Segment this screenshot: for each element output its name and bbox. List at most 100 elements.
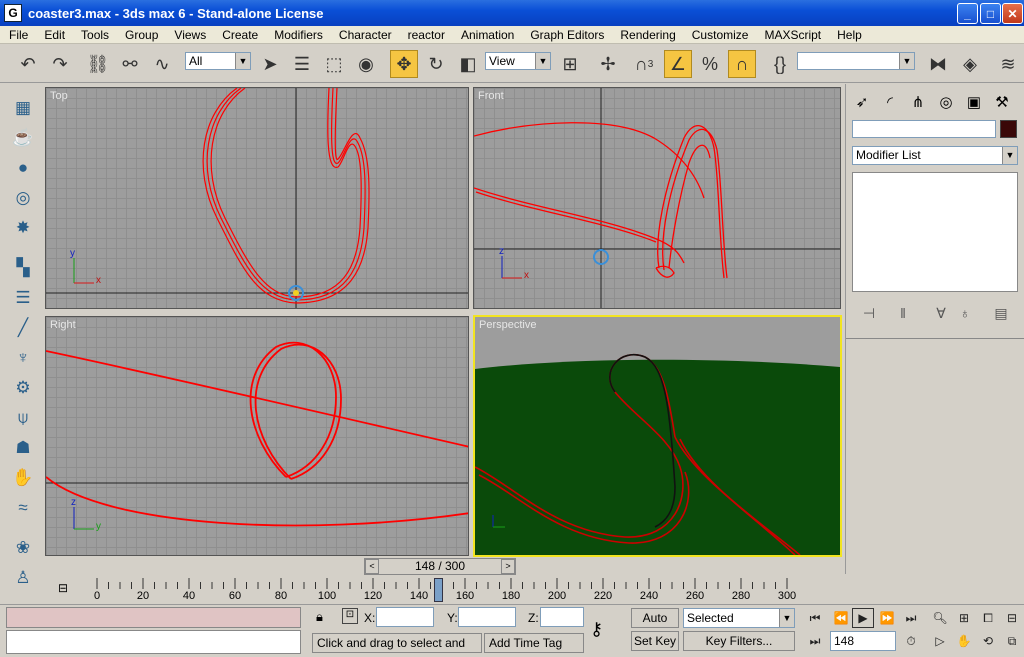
mirror-icon[interactable]: ⧓ <box>924 50 952 78</box>
motion-tab-icon[interactable]: ◎ <box>934 90 958 114</box>
hierarchy-tab-icon[interactable]: ⋔ <box>906 90 930 114</box>
cylinder-stack-icon[interactable]: ☰ <box>10 286 36 310</box>
show-end-result-icon[interactable]: ‖ <box>892 302 914 324</box>
create-tab-icon[interactable]: ➶ <box>850 90 874 114</box>
menu-graph-editors[interactable]: Graph Editors <box>521 26 611 44</box>
z-coord-field[interactable] <box>540 607 584 627</box>
menu-edit[interactable]: Edit <box>35 26 72 44</box>
menu-create[interactable]: Create <box>213 26 265 44</box>
select-by-name-icon[interactable]: ☰ <box>288 50 316 78</box>
zoom-extents-all-icon[interactable]: ⊟ <box>1001 608 1023 628</box>
spinner-snap-icon[interactable]: ∩ <box>728 50 756 78</box>
pin-stack-icon[interactable]: ⊣ <box>858 302 880 324</box>
menu-modifiers[interactable]: Modifiers <box>265 26 330 44</box>
make-unique-icon[interactable]: ∀ <box>930 302 952 324</box>
select-and-move-icon[interactable]: ✥ <box>390 50 418 78</box>
y-coord-field[interactable] <box>458 607 516 627</box>
rectangular-selection-icon[interactable]: ⬚ <box>320 50 348 78</box>
menu-character[interactable]: Character <box>330 26 399 44</box>
next-frame-icon[interactable]: ⏩ <box>876 608 898 628</box>
select-and-link-icon[interactable]: ⛓ <box>84 50 112 78</box>
maximize-viewport-icon[interactable]: ⧉ <box>1001 631 1023 651</box>
modify-tab-icon[interactable]: ◜ <box>878 90 902 114</box>
key-mode-dropdown[interactable]: Selected ▼ <box>683 608 795 628</box>
menu-reactor[interactable]: reactor <box>399 26 452 44</box>
viewport-perspective-label[interactable]: Perspective <box>479 319 536 331</box>
zoom-extents-icon[interactable]: ⧠ <box>977 608 999 628</box>
named-selection-dropdown[interactable]: ▼ <box>797 52 915 70</box>
display-tab-icon[interactable]: ▣ <box>962 90 986 114</box>
gear-icon[interactable]: ⚙ <box>10 376 36 400</box>
weathervane-icon[interactable]: ⍦ <box>10 406 36 430</box>
add-time-tag[interactable]: Add Time Tag <box>484 633 584 653</box>
zoom-icon[interactable]: 🔍︎ <box>929 608 951 628</box>
layer-manager-icon[interactable]: ≋ <box>994 50 1022 78</box>
maxscript-listener-top[interactable] <box>6 607 301 628</box>
previous-frame-icon[interactable]: ⏪ <box>830 608 852 628</box>
modifier-stack[interactable] <box>852 172 1018 292</box>
select-and-scale-icon[interactable]: ◧ <box>454 50 482 78</box>
modifier-list-dropdown[interactable]: Modifier List ▼ <box>852 146 1018 165</box>
time-config-icon[interactable]: ⏱ <box>900 631 922 651</box>
field-of-view-icon[interactable]: ▷ <box>929 631 951 651</box>
tube-icon[interactable]: ╱ <box>10 316 36 340</box>
track-bar[interactable]: ⊟ 0 20 40 60 80 100 120 140 160 180 200 … <box>44 576 844 603</box>
star-icon[interactable]: ✸ <box>10 216 36 240</box>
angle-snap-icon[interactable]: ∠ <box>664 50 692 78</box>
go-to-start-icon[interactable]: ⏮ <box>804 608 826 628</box>
pan-icon[interactable]: ✋ <box>953 631 975 651</box>
shoe-icon[interactable]: ☗ <box>10 436 36 460</box>
viewport-front[interactable]: Front z x <box>473 87 841 309</box>
track-bar-handle[interactable] <box>434 578 443 602</box>
viewport-perspective[interactable]: Perspective <box>473 315 842 557</box>
utilities-tab-icon[interactable]: ⚒ <box>990 90 1014 114</box>
bind-space-warp-icon[interactable]: ∿ <box>148 50 176 78</box>
wave-icon[interactable]: ≈ <box>10 496 36 520</box>
checker-icon[interactable]: ▚ <box>10 256 36 280</box>
manipulate-icon[interactable]: ✢ <box>594 50 622 78</box>
reference-coord-dropdown[interactable]: View ▼ <box>485 52 551 70</box>
menu-group[interactable]: Group <box>116 26 165 44</box>
pivot-center-icon[interactable]: ⊞ <box>556 50 584 78</box>
menu-tools[interactable]: Tools <box>72 26 116 44</box>
menu-animation[interactable]: Animation <box>452 26 521 44</box>
menu-views[interactable]: Views <box>165 26 213 44</box>
viewport-right[interactable]: Right z y <box>45 316 469 556</box>
teapot-icon[interactable]: ☕ <box>10 126 36 150</box>
maxscript-listener-bottom[interactable] <box>6 630 301 654</box>
undo-icon[interactable]: ↶ <box>14 50 42 78</box>
select-object-icon[interactable]: ➤ <box>256 50 284 78</box>
menu-maxscript[interactable]: MAXScript <box>755 26 828 44</box>
set-key-button[interactable]: Set Key <box>631 631 679 651</box>
torus-icon[interactable]: ◎ <box>10 186 36 210</box>
unlink-icon[interactable]: ⚯ <box>116 50 144 78</box>
minimize-button[interactable]: _ <box>957 3 978 24</box>
object-name-field[interactable] <box>852 120 996 138</box>
play-icon[interactable]: ▶ <box>852 608 874 628</box>
percent-snap-icon[interactable]: % <box>696 50 724 78</box>
time-slider[interactable]: < 148 / 300 > <box>364 558 516 575</box>
arc-rotate-icon[interactable]: ⟲ <box>977 631 999 651</box>
align-icon[interactable]: ◈ <box>956 50 984 78</box>
current-frame-field[interactable]: 148 <box>830 631 896 651</box>
remove-modifier-icon[interactable]: ♁ <box>954 302 976 324</box>
lock-icon[interactable]: 🔒︎ <box>316 609 323 625</box>
boxes-icon[interactable]: ▦ <box>10 96 36 120</box>
menu-customize[interactable]: Customize <box>683 26 756 44</box>
configure-sets-icon[interactable]: ▤ <box>990 302 1012 324</box>
biped-icon[interactable]: ♙ <box>10 566 36 590</box>
zoom-all-icon[interactable]: ⊞ <box>953 608 975 628</box>
x-coord-field[interactable] <box>376 607 434 627</box>
selection-filter-dropdown[interactable]: All ▼ <box>185 52 251 70</box>
viewport-top[interactable]: Top y x <box>45 87 469 309</box>
auto-key-button[interactable]: Auto Key <box>631 608 679 643</box>
menu-rendering[interactable]: Rendering <box>611 26 682 44</box>
knot-icon[interactable]: ❀ <box>10 536 36 560</box>
absolute-mode-icon[interactable]: ⊡ <box>342 608 358 624</box>
close-button[interactable]: ✕ <box>1002 3 1023 24</box>
key-filters-button[interactable]: Key Filters... <box>683 631 795 651</box>
sphere-icon[interactable]: ● <box>10 156 36 180</box>
maximize-button[interactable]: □ <box>980 3 1001 24</box>
bend-icon[interactable]: ♆ <box>10 346 36 370</box>
hand-icon[interactable]: ✋ <box>10 466 36 490</box>
